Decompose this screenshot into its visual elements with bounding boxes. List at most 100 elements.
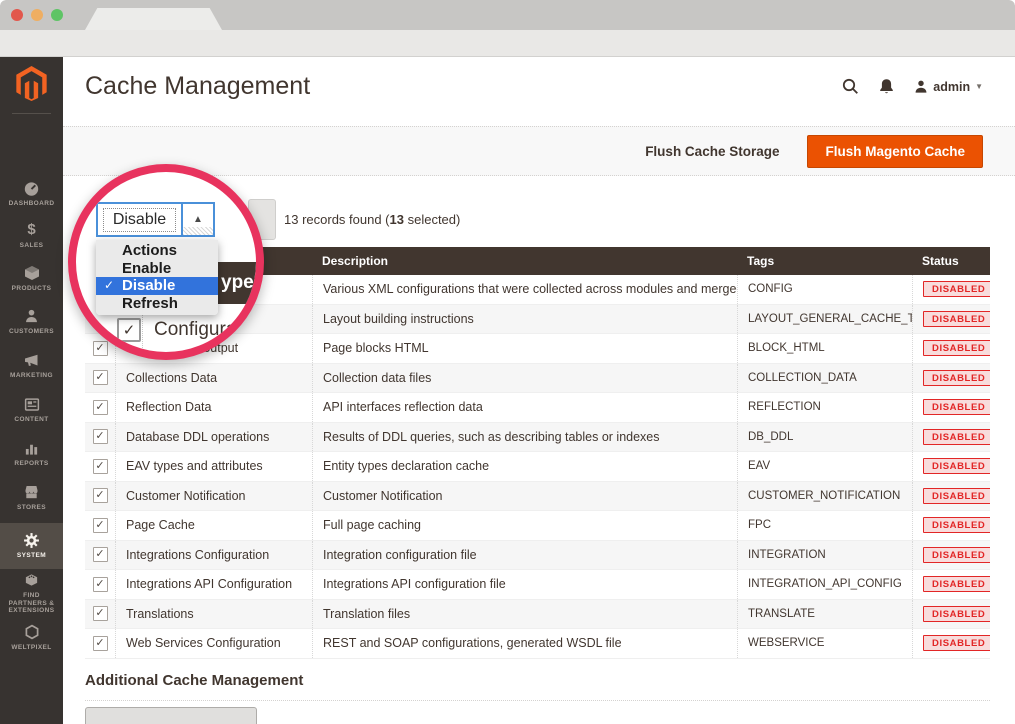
column-header-status[interactable]: Status [912,247,990,275]
minimize-window-button[interactable] [31,9,43,21]
notifications-bell-icon[interactable] [879,78,894,95]
row-checkbox[interactable]: ✓ [85,364,115,393]
sidebar-item-products[interactable]: PRODUCTS [0,264,63,293]
table-row: ✓ Customer Notification Customer Notific… [85,482,990,512]
table-row: ✓ Collections Data Collection data files… [85,364,990,394]
column-header-description[interactable]: Description [312,247,737,275]
flush-cache-storage-button[interactable]: Flush Cache Storage [639,143,785,160]
status-cell: DISABLED [912,452,990,481]
status-badge: DISABLED [923,429,990,445]
search-icon[interactable] [842,78,859,95]
tags-cell: REFLECTION [737,393,912,422]
actions-select[interactable]: Disable ▲ [96,202,215,237]
sidebar-label: FIND PARTNERS & EXTENSIONS [0,592,63,615]
status-cell: DISABLED [912,541,990,570]
additional-cache-button-partial[interactable] [85,707,257,724]
description-cell: Entity types declaration cache [312,452,737,481]
row-checkbox[interactable]: ✓ [85,423,115,452]
magnified-row-configuration: ✓ Configuration [117,318,264,342]
description-cell: Collection data files [312,364,737,393]
sidebar-item-dashboard[interactable]: DASHBOARD [0,179,63,208]
sidebar-label: STORES [0,504,63,512]
tags-cell: COLLECTION_DATA [737,364,912,393]
description-cell: Full page caching [312,511,737,540]
row-checkbox[interactable]: ✓ [85,482,115,511]
flush-magento-cache-button[interactable]: Flush Magento Cache [807,135,983,168]
sidebar-label: REPORTS [0,460,63,468]
browser-titlebar [0,0,1015,30]
actions-dropdown-menu: Actions Enable ✓Disable Refresh [96,240,218,315]
sidebar-item-marketing[interactable]: MARKETING [0,351,63,380]
row-checkbox[interactable]: ✓ [85,600,115,629]
customers-icon [0,307,63,325]
zoom-window-button[interactable] [51,9,63,21]
browser-window: DASHBOARD $ SALES PRODUCTS CUSTOMERS MAR… [0,0,1015,724]
magnified-row-label: Configuration [154,319,264,341]
description-cell: Integration configuration file [312,541,737,570]
sidebar-item-weltpixel[interactable]: WELTPIXEL [0,623,63,652]
sidebar-item-system[interactable]: SYSTEM [0,523,63,569]
status-cell: DISABLED [912,600,990,629]
row-checkbox[interactable]: ✓ [85,511,115,540]
description-cell: Layout building instructions [312,305,737,334]
system-gear-icon [0,531,63,549]
content-icon [0,395,63,413]
sidebar-label: CONTENT [0,416,63,424]
sidebar-item-sales[interactable]: $ SALES [0,221,63,250]
row-checkbox[interactable]: ✓ [85,541,115,570]
select-arrow-up-icon[interactable]: ▲ [181,204,213,235]
magnifier-annotation: Disable ▲ ype Actions Enable ✓Disable Re… [68,164,264,360]
status-badge: DISABLED [923,606,990,622]
status-cell: DISABLED [912,511,990,540]
sidebar-label: PRODUCTS [0,285,63,293]
row-checkbox[interactable]: ✓ [85,570,115,599]
column-header-tags[interactable]: Tags [737,247,912,275]
table-row: ✓ Database DDL operations Results of DDL… [85,423,990,453]
menu-item-enable[interactable]: Enable [96,260,218,278]
magento-logo-icon[interactable] [16,66,47,101]
sidebar-item-find-partners[interactable]: FIND PARTNERS & EXTENSIONS [0,571,63,615]
sidebar-label: DASHBOARD [0,200,63,208]
status-badge: DISABLED [923,576,990,592]
tags-cell: INTEGRATION_API_CONFIG [737,570,912,599]
row-checkbox[interactable]: ✓ [85,452,115,481]
status-badge: DISABLED [923,311,990,327]
status-cell: DISABLED [912,334,990,363]
admin-account-menu[interactable]: admin ▼ [914,79,983,94]
status-cell: DISABLED [912,423,990,452]
table-row: ✓ Translations Translation files TRANSLA… [85,600,990,630]
sidebar-item-reports[interactable]: REPORTS [0,439,63,468]
menu-item-refresh[interactable]: Refresh [96,295,218,313]
status-badge: DISABLED [923,517,990,533]
magnified-checkbox[interactable]: ✓ [117,318,141,342]
sidebar-item-customers[interactable]: CUSTOMERS [0,307,63,336]
row-checkbox[interactable]: ✓ [85,629,115,658]
cache-type-cell: Integrations Configuration [115,541,312,570]
admin-sidebar: DASHBOARD $ SALES PRODUCTS CUSTOMERS MAR… [0,57,63,724]
description-cell: Results of DDL queries, such as describi… [312,423,737,452]
browser-toolbar [0,30,1015,57]
sidebar-item-stores[interactable]: STORES [0,483,63,512]
dashboard-icon [0,179,63,197]
weltpixel-hexagon-icon [0,623,63,641]
close-window-button[interactable] [11,9,23,21]
row-checkbox[interactable]: ✓ [85,393,115,422]
status-cell: DISABLED [912,570,990,599]
tags-cell: DB_DDL [737,423,912,452]
table-row: ✓ Page Cache Full page caching FPC DISAB… [85,511,990,541]
status-cell: DISABLED [912,393,990,422]
cache-type-cell: Database DDL operations [115,423,312,452]
status-badge: DISABLED [923,458,990,474]
browser-tab[interactable] [85,8,222,30]
status-cell: DISABLED [912,629,990,658]
cache-type-cell: Customer Notification [115,482,312,511]
status-badge: DISABLED [923,547,990,563]
menu-item-disable[interactable]: ✓Disable [96,277,218,295]
table-row: ✓ Web Services Configuration REST and SO… [85,629,990,659]
section-divider [85,700,990,701]
status-cell: DISABLED [912,364,990,393]
sidebar-item-content[interactable]: CONTENT [0,395,63,424]
status-badge: DISABLED [923,488,990,504]
cache-type-cell: Web Services Configuration [115,629,312,658]
extensions-icon [0,571,63,589]
